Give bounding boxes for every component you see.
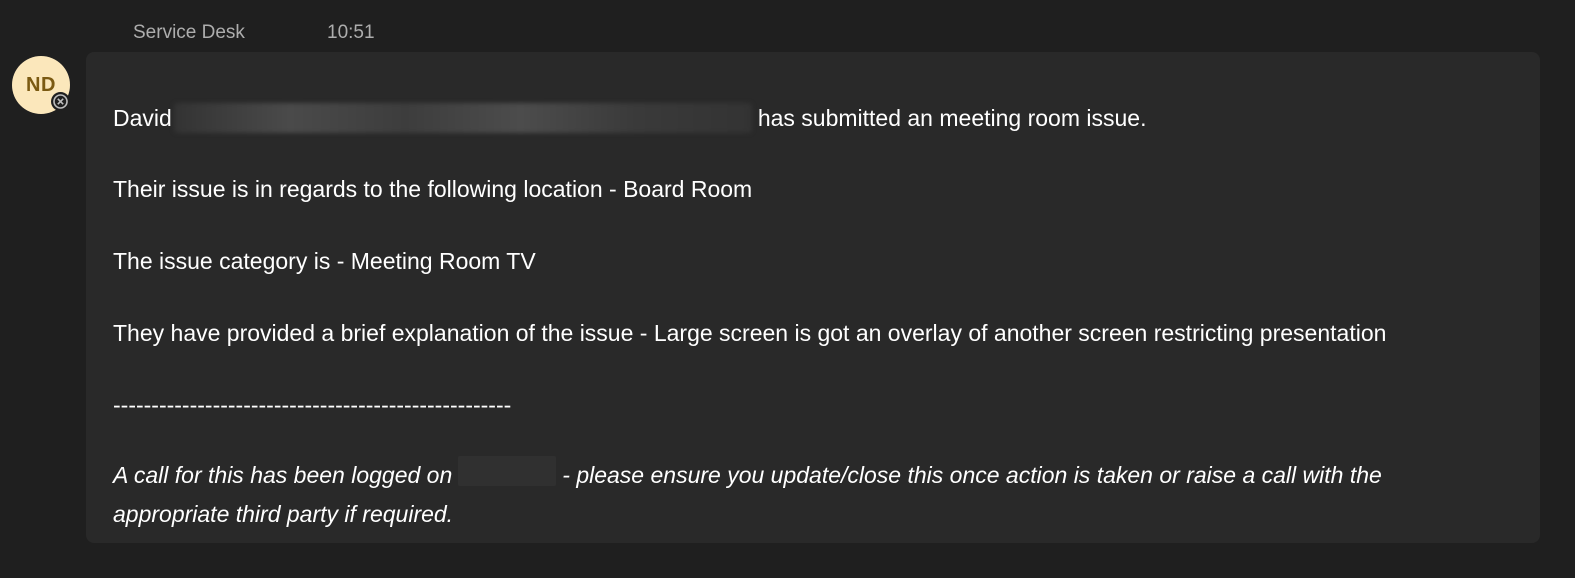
message-separator: ----------------------------------------… — [113, 392, 512, 418]
blocked-status-icon — [51, 92, 70, 111]
message-line-category: The issue category is - Meeting Room TV — [113, 248, 536, 274]
message-bubble[interactable]: David has submitted an meeting room issue… — [86, 52, 1540, 543]
message-timestamp: 10:51 — [327, 22, 375, 43]
footer-prefix: A call for this has been logged on — [113, 462, 453, 488]
message-line-submitter: David has submitted an meeting room issue… — [113, 103, 1146, 133]
message-line-location: Their issue is in regards to the followi… — [113, 176, 753, 202]
redacted-call-id — [458, 456, 557, 486]
submitted-text: has submitted an meeting room issue. — [757, 105, 1147, 131]
submitter-first-name: David — [113, 105, 172, 131]
message-header: Service Desk 10:51 — [133, 22, 375, 44]
sender-name[interactable]: Service Desk — [133, 22, 327, 44]
message-footer: A call for this has been logged on - plea… — [113, 456, 1493, 534]
chat-pane: Service Desk 10:51 ND David has submitted… — [0, 0, 1575, 578]
redacted-email — [173, 103, 752, 133]
message-line-explanation: They have provided a brief explanation o… — [113, 320, 1387, 346]
